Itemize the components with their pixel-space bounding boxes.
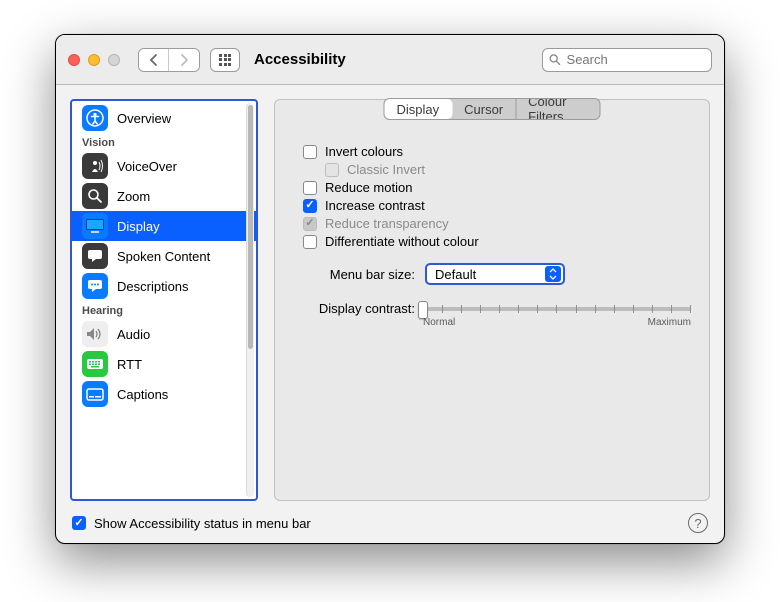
sidebar-item-captions[interactable]: Captions	[72, 379, 256, 409]
option-label: Invert colours	[325, 144, 403, 159]
display-contrast-slider[interactable]: Normal Maximum	[423, 299, 691, 329]
descriptions-icon	[82, 273, 108, 299]
close-window-button[interactable]	[68, 54, 80, 66]
option-label: Increase contrast	[325, 198, 425, 213]
zoom-icon	[82, 183, 108, 209]
checkbox-invert-colours[interactable]	[303, 145, 317, 159]
display-options: Invert colours Classic Invert Reduce mot…	[303, 144, 691, 249]
sidebar-item-label: Overview	[117, 111, 171, 126]
show-all-prefs-button[interactable]	[210, 48, 240, 72]
accessibility-preferences-window: Accessibility Overview Vision	[55, 34, 725, 544]
window-traffic-lights	[68, 54, 120, 66]
checkbox-reduce-transparency	[303, 217, 317, 231]
rtt-icon	[82, 351, 108, 377]
sidebar-category-hearing: Hearing	[72, 301, 256, 319]
option-label: Classic Invert	[347, 162, 425, 177]
display-icon	[82, 213, 108, 239]
window-body: Overview Vision VoiceOver Zoom	[56, 85, 724, 507]
sidebar-item-spoken-content[interactable]: Spoken Content	[72, 241, 256, 271]
sidebar-item-zoom[interactable]: Zoom	[72, 181, 256, 211]
forward-button[interactable]	[169, 49, 199, 71]
option-invert-colours[interactable]: Invert colours	[303, 144, 691, 159]
sidebar-item-display[interactable]: Display	[72, 211, 256, 241]
overview-icon	[82, 105, 108, 131]
sidebar-item-descriptions[interactable]: Descriptions	[72, 271, 256, 301]
option-classic-invert: Classic Invert	[325, 162, 691, 177]
window-toolbar: Accessibility	[56, 35, 724, 85]
checkbox-classic-invert	[325, 163, 339, 177]
sidebar-category-vision: Vision	[72, 133, 256, 151]
sidebar-item-label: Descriptions	[117, 279, 189, 294]
nav-back-forward	[138, 48, 200, 72]
menu-bar-size-select[interactable]: Default	[425, 263, 565, 285]
settings-panel: Display Cursor Colour Filters Invert col…	[274, 99, 710, 501]
grid-icon	[219, 54, 231, 66]
scrollbar-thumb[interactable]	[248, 105, 253, 349]
option-label: Differentiate without colour	[325, 234, 479, 249]
tab-display[interactable]: Display	[385, 99, 453, 119]
tab-colour-filters[interactable]: Colour Filters	[516, 99, 599, 119]
checkbox-reduce-motion[interactable]	[303, 181, 317, 195]
minimize-window-button[interactable]	[88, 54, 100, 66]
option-differentiate-colour[interactable]: Differentiate without colour	[303, 234, 691, 249]
slider-max-label: Maximum	[648, 317, 691, 328]
checkbox-differentiate-colour[interactable]	[303, 235, 317, 249]
option-increase-contrast[interactable]: Increase contrast	[303, 198, 691, 213]
option-reduce-motion[interactable]: Reduce motion	[303, 180, 691, 195]
audio-icon	[82, 321, 108, 347]
display-contrast-row: Display contrast: Normal Maximum	[303, 299, 691, 329]
slider-min-label: Normal	[423, 317, 455, 328]
tab-cursor[interactable]: Cursor	[452, 99, 516, 119]
sidebar-scrollbar[interactable]	[246, 103, 254, 497]
sidebar-item-label: Captions	[117, 387, 168, 402]
chevron-up-down-icon	[545, 266, 561, 282]
search-input[interactable]	[567, 52, 705, 67]
option-reduce-transparency: Reduce transparency	[303, 216, 691, 231]
menu-bar-size-row: Menu bar size: Default	[303, 263, 691, 285]
search-icon	[549, 53, 561, 66]
voiceover-icon	[82, 153, 108, 179]
sidebar-item-overview[interactable]: Overview	[72, 103, 256, 133]
sidebar-item-audio[interactable]: Audio	[72, 319, 256, 349]
sidebar: Overview Vision VoiceOver Zoom	[70, 99, 258, 501]
menu-bar-size-label: Menu bar size:	[303, 267, 415, 282]
zoom-window-button[interactable]	[108, 54, 120, 66]
footer-checkbox-row[interactable]: Show Accessibility status in menu bar	[72, 516, 311, 531]
option-label: Reduce transparency	[325, 216, 449, 231]
window-title: Accessibility	[254, 51, 346, 68]
display-contrast-label: Display contrast:	[303, 299, 415, 316]
footer-checkbox-label: Show Accessibility status in menu bar	[94, 516, 311, 531]
sidebar-item-label: Display	[117, 219, 160, 234]
search-field[interactable]	[542, 48, 712, 72]
checkbox-show-status-menubar[interactable]	[72, 516, 86, 530]
back-button[interactable]	[139, 49, 169, 71]
sidebar-item-voiceover[interactable]: VoiceOver	[72, 151, 256, 181]
option-label: Reduce motion	[325, 180, 412, 195]
help-button[interactable]: ?	[688, 513, 708, 533]
sidebar-item-label: Zoom	[117, 189, 150, 204]
window-footer: Show Accessibility status in menu bar ?	[56, 507, 724, 543]
select-value: Default	[435, 267, 476, 282]
sidebar-item-rtt[interactable]: RTT	[72, 349, 256, 379]
sidebar-item-label: Spoken Content	[117, 249, 210, 264]
panel-tabs: Display Cursor Colour Filters	[384, 98, 601, 120]
spoken-content-icon	[82, 243, 108, 269]
sidebar-item-label: Audio	[117, 327, 150, 342]
checkbox-increase-contrast[interactable]	[303, 199, 317, 213]
sidebar-item-label: RTT	[117, 357, 142, 372]
captions-icon	[82, 381, 108, 407]
sidebar-item-label: VoiceOver	[117, 159, 177, 174]
